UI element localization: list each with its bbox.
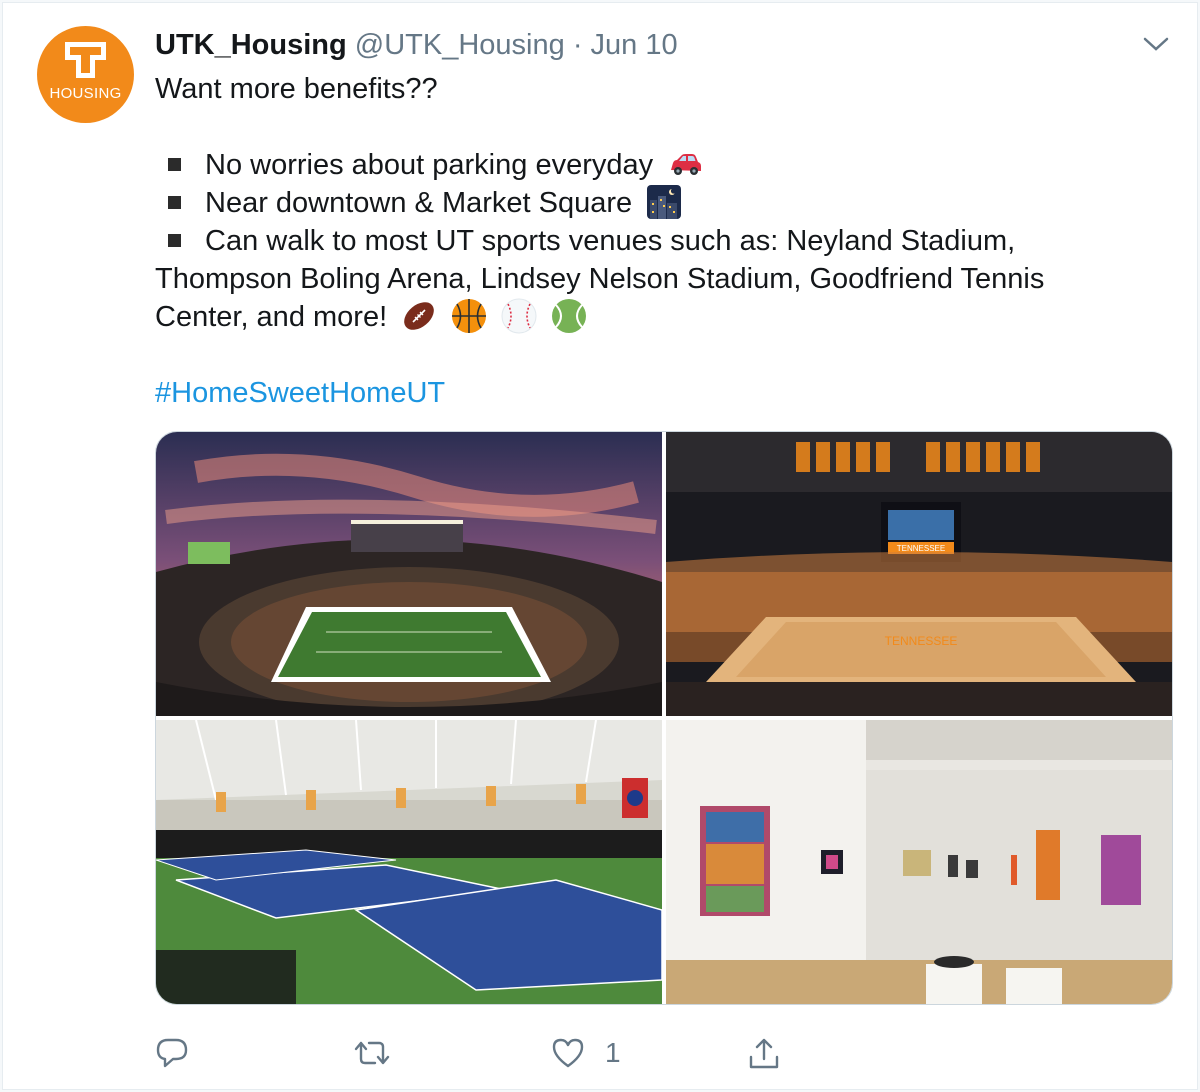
author-handle[interactable]: @UTK_Housing [355,29,565,61]
court-lettering-text: TENNESSEE [885,634,958,648]
photo-football-stadium[interactable] [156,432,662,716]
bullet-square-icon [168,157,181,171]
heart-icon [552,1038,584,1068]
tweet-intro-line: Want more benefits?? [155,73,438,105]
hashtag-line: #HomeSweetHomeUT [155,374,1155,412]
bullet-text: Near downtown & Market Square [205,187,633,219]
avatar[interactable]: HOUSING [37,26,134,123]
bullet-square-icon [168,195,181,209]
tweet-text: Want more benefits?? No worries about pa… [155,70,1155,412]
photo-basketball-arena[interactable]: TENNESSEE TENNESSEE [666,432,1172,716]
tweet-date[interactable]: Jun 10 [591,29,678,61]
bullet-item: Can walk to most UT sports venues such a… [155,222,1155,260]
photo-art-gallery[interactable] [666,720,1172,1004]
night-city-emoji-icon [647,185,682,219]
bullet-continuation: Thompson Boling Arena, Lindsey Nelson St… [155,263,1045,295]
like-count: 1 [605,1037,621,1068]
retweet-icon [354,1041,390,1065]
bullet-square-icon [168,233,181,247]
like-button[interactable] [551,1033,651,1073]
tweet-actions: 1 [155,1033,855,1073]
bullet-item: No worries about parking everyday [155,146,1155,184]
chevron-down-icon[interactable] [1143,35,1169,53]
bullet-text: No worries about parking everyday [205,149,654,181]
tennis-ball-emoji-icon [552,299,587,333]
bullet-item: Near downtown & Market Square [155,184,1155,222]
reply-icon [156,1038,188,1068]
bullet-continuation: Center, and more! [155,298,1155,336]
bullet-text: Can walk to most UT sports venues such a… [205,225,1016,257]
car-emoji-icon [671,154,702,175]
tennessee-t-logo-icon [65,42,106,78]
baseball-emoji-icon [501,298,537,334]
hashtag-link[interactable]: #HomeSweetHomeUT [155,377,445,409]
share-icon [749,1038,779,1069]
bullet-text: Center, and more! [155,301,388,333]
header-separator: · [572,29,583,61]
basketball-emoji-icon [452,299,487,333]
photo-grid: TENNESSEE TENNESSEE [155,431,1173,1005]
tweet-card: HOUSING UTK_Housing @UTK_Housing · Jun 1… [2,2,1198,1090]
arena-banner-text: TENNESSEE [897,544,945,553]
photo-indoor-tennis-center[interactable] [156,720,662,1004]
football-emoji-icon [404,302,435,330]
avatar-label: HOUSING [49,85,122,102]
author-name[interactable]: UTK_Housing [155,29,347,61]
tweet-header: UTK_Housing @UTK_Housing · Jun 10 [155,29,678,65]
